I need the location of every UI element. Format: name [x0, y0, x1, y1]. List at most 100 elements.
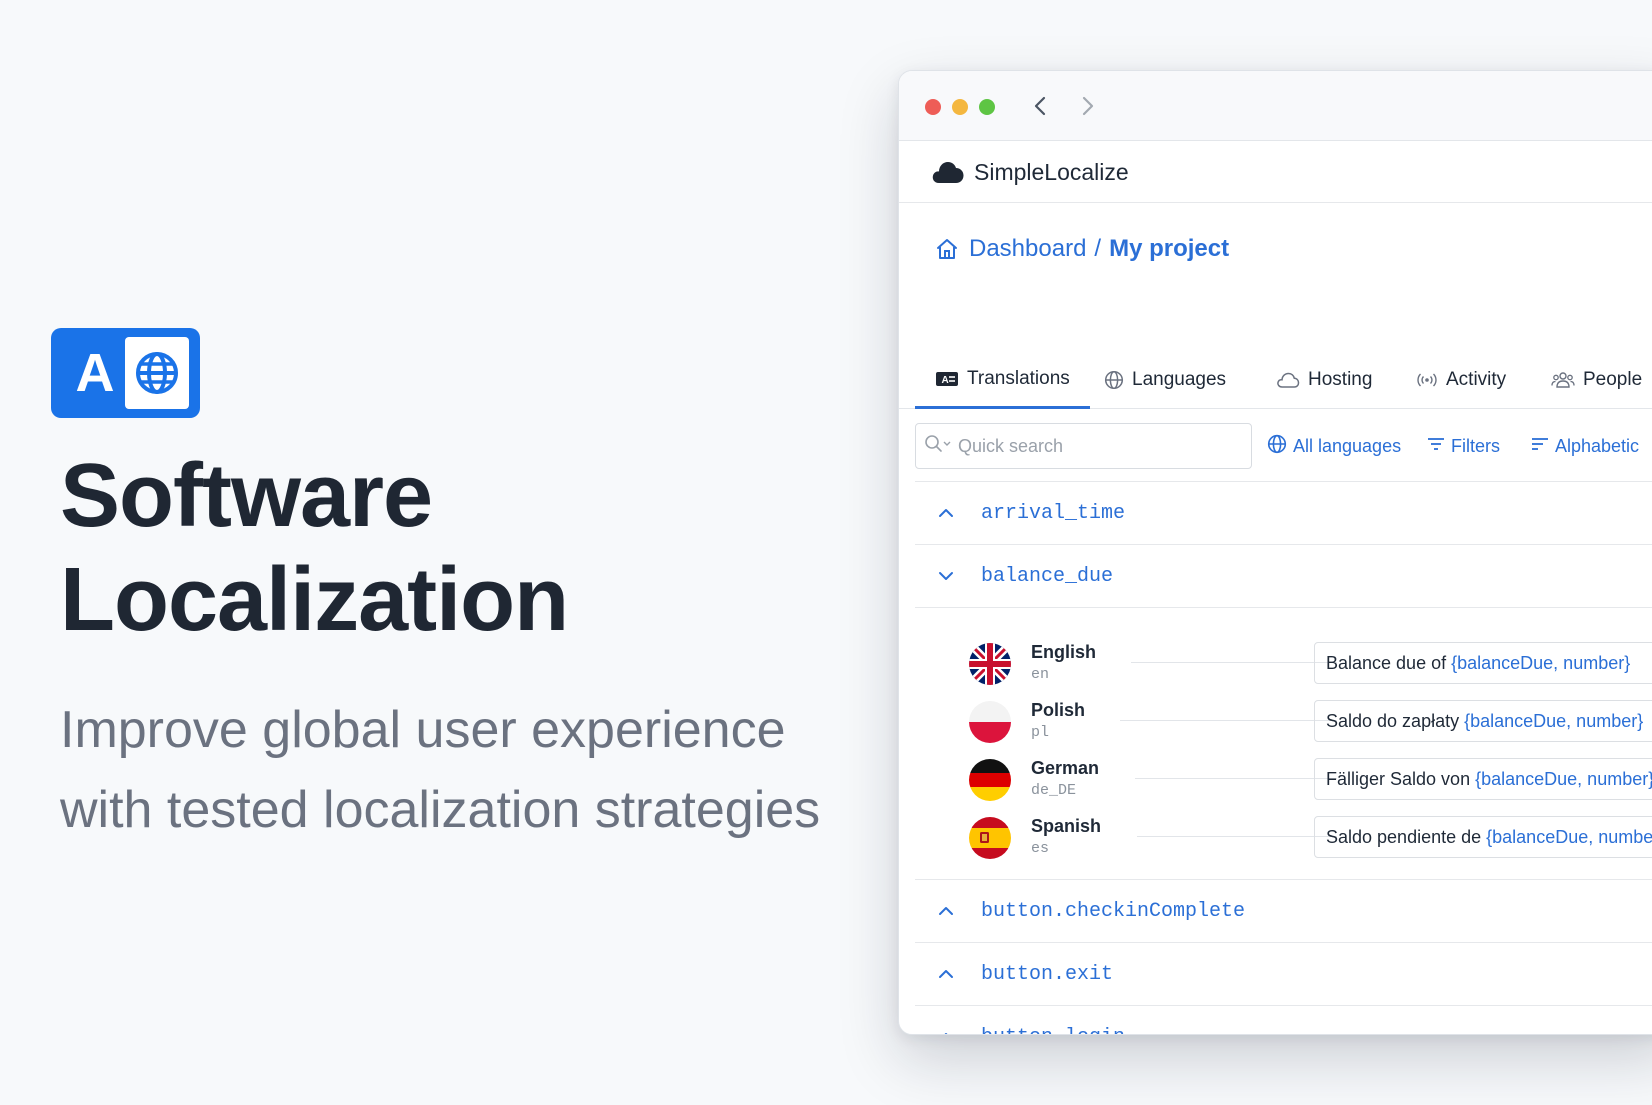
chevron-up-icon[interactable]: [935, 1026, 957, 1034]
tab-people[interactable]: People: [1551, 351, 1642, 409]
germany-flag-icon: [969, 759, 1011, 801]
key-name: button.checkinComplete: [981, 899, 1246, 923]
tab-activity[interactable]: Activity: [1416, 351, 1506, 409]
tab-label: Hosting: [1308, 369, 1373, 390]
language-name: German: [1031, 758, 1100, 778]
key-row-button-checkincomplete[interactable]: button.checkinComplete: [915, 879, 1652, 942]
tab-label: Languages: [1132, 369, 1227, 390]
translation-text: Balance due of: [1326, 652, 1447, 673]
language-code: en: [1031, 666, 1050, 683]
app-name[interactable]: SimpleLocalize: [974, 158, 1129, 186]
translation-row-german: German de_DE Fälliger Saldo von {balance…: [915, 752, 1652, 808]
maximize-window-button[interactable]: [979, 99, 995, 115]
sort-label: Alphabetic: [1555, 435, 1640, 456]
globe-icon: [1267, 434, 1287, 459]
minimize-window-button[interactable]: [952, 99, 968, 115]
sort-button[interactable]: Alphabetic: [1531, 423, 1639, 469]
home-icon[interactable]: [935, 237, 959, 261]
translation-text: Saldo do zapłaty: [1326, 710, 1460, 731]
key-row-button-login[interactable]: button.login: [915, 1005, 1652, 1035]
spain-flag-icon: [969, 817, 1011, 859]
translation-input[interactable]: Fälliger Saldo von {balanceDue, number}: [1314, 758, 1652, 800]
tab-label: Translations: [967, 367, 1070, 389]
hero-subtitle-line1: Improve global user experience: [60, 701, 786, 759]
search-icon: [924, 434, 952, 459]
filters-button[interactable]: Filters: [1427, 423, 1500, 469]
uk-flag-icon: [969, 643, 1011, 685]
translation-variable: {balanceDue, number}: [1486, 826, 1652, 847]
forward-arrow-icon[interactable]: [1075, 93, 1101, 119]
hero-title: Software Localization: [60, 444, 569, 652]
globe-icon: [125, 337, 189, 409]
tab-languages[interactable]: Languages: [1104, 351, 1226, 409]
translation-input[interactable]: Balance due of {balanceDue, number}: [1314, 642, 1652, 684]
back-arrow-icon[interactable]: [1027, 93, 1053, 119]
translation-variable: {balanceDue, number}: [1464, 710, 1644, 731]
chevron-down-icon[interactable]: [935, 565, 957, 587]
key-row-arrival-time[interactable]: arrival_time: [915, 481, 1652, 544]
breadcrumb-separator: /: [1094, 235, 1102, 262]
breadcrumb: Dashboard / My project: [935, 231, 1229, 267]
all-languages-button[interactable]: All languages: [1267, 423, 1401, 469]
chevron-up-icon[interactable]: [935, 502, 957, 524]
hero-title-line2: Localization: [60, 550, 569, 650]
language-code: de_DE: [1031, 782, 1077, 799]
translations-icon: A: [935, 370, 959, 388]
close-window-button[interactable]: [925, 99, 941, 115]
filters-label: Filters: [1451, 435, 1500, 456]
sort-icon: [1531, 436, 1549, 457]
cloud-logo-icon: [931, 156, 965, 191]
key-name: arrival_time: [981, 501, 1126, 525]
key-row-balance-due[interactable]: balance_due: [915, 544, 1652, 607]
all-languages-label: All languages: [1293, 435, 1402, 456]
logo-letter: A: [75, 343, 115, 403]
row-divider: [1137, 836, 1337, 837]
row-divider: [1131, 662, 1337, 663]
language-name: English: [1031, 642, 1097, 662]
globe-icon: [1104, 370, 1124, 390]
hero-title-line1: Software: [60, 446, 433, 546]
hero-subtitle: Improve global user experience with test…: [60, 690, 880, 850]
key-name: button.exit: [981, 962, 1114, 986]
browser-window: SimpleLocalize Dashboard / My project A: [898, 70, 1652, 1035]
key-name: button.login: [981, 1026, 1125, 1035]
translations-panel: English en Balance due of {balanceDue, n…: [915, 607, 1652, 879]
translation-row-spanish: Spanish es Saldo pendiente de {balanceDu…: [915, 810, 1652, 866]
translations-toolbar: All languages Filters Alphabetic: [915, 423, 1652, 469]
tab-label: People: [1583, 369, 1643, 390]
window-titlebar: [899, 71, 1652, 141]
tab-label: Activity: [1446, 369, 1507, 390]
language-name: Spanish: [1031, 816, 1102, 836]
broadcast-icon: [1416, 371, 1438, 389]
breadcrumb-dashboard-link[interactable]: Dashboard: [969, 235, 1086, 263]
translation-input[interactable]: Saldo do zapłaty {balanceDue, number}: [1314, 700, 1652, 742]
translation-text: Fälliger Saldo von: [1326, 768, 1471, 789]
translation-input[interactable]: Saldo pendiente de {balanceDue, number}: [1314, 816, 1652, 858]
poland-flag-icon: [969, 701, 1011, 743]
quick-search-input[interactable]: [958, 435, 1228, 457]
row-divider: [1135, 778, 1337, 779]
project-tabs: A Translations Languages Hosting Activit…: [899, 351, 1652, 409]
language-code: es: [1031, 840, 1050, 857]
chevron-up-icon[interactable]: [935, 900, 957, 922]
translation-row-polish: Polish pl Saldo do zapłaty {balanceDue, …: [915, 694, 1652, 750]
tab-translations[interactable]: A Translations: [915, 351, 1090, 409]
hero-subtitle-line2: with tested localization strategies: [60, 781, 821, 839]
breadcrumb-current-project[interactable]: My project: [1109, 235, 1229, 263]
quick-search-box[interactable]: [915, 423, 1252, 469]
people-icon: [1551, 370, 1575, 390]
tab-hosting[interactable]: Hosting: [1276, 351, 1372, 409]
translation-row-english: English en Balance due of {balanceDue, n…: [915, 636, 1652, 692]
key-name: balance_due: [981, 564, 1114, 588]
filter-icon: [1427, 436, 1445, 457]
chevron-up-icon[interactable]: [935, 963, 957, 985]
svg-text:A: A: [942, 375, 949, 386]
language-name: Polish: [1031, 700, 1086, 720]
app-logo-badge: A: [51, 328, 200, 418]
cloud-icon: [1276, 371, 1300, 389]
language-code: pl: [1031, 724, 1050, 741]
row-divider: [1120, 720, 1337, 721]
key-row-button-exit[interactable]: button.exit: [915, 942, 1652, 1005]
app-header: SimpleLocalize: [899, 141, 1652, 203]
translation-variable: {balanceDue, number}: [1451, 652, 1631, 673]
